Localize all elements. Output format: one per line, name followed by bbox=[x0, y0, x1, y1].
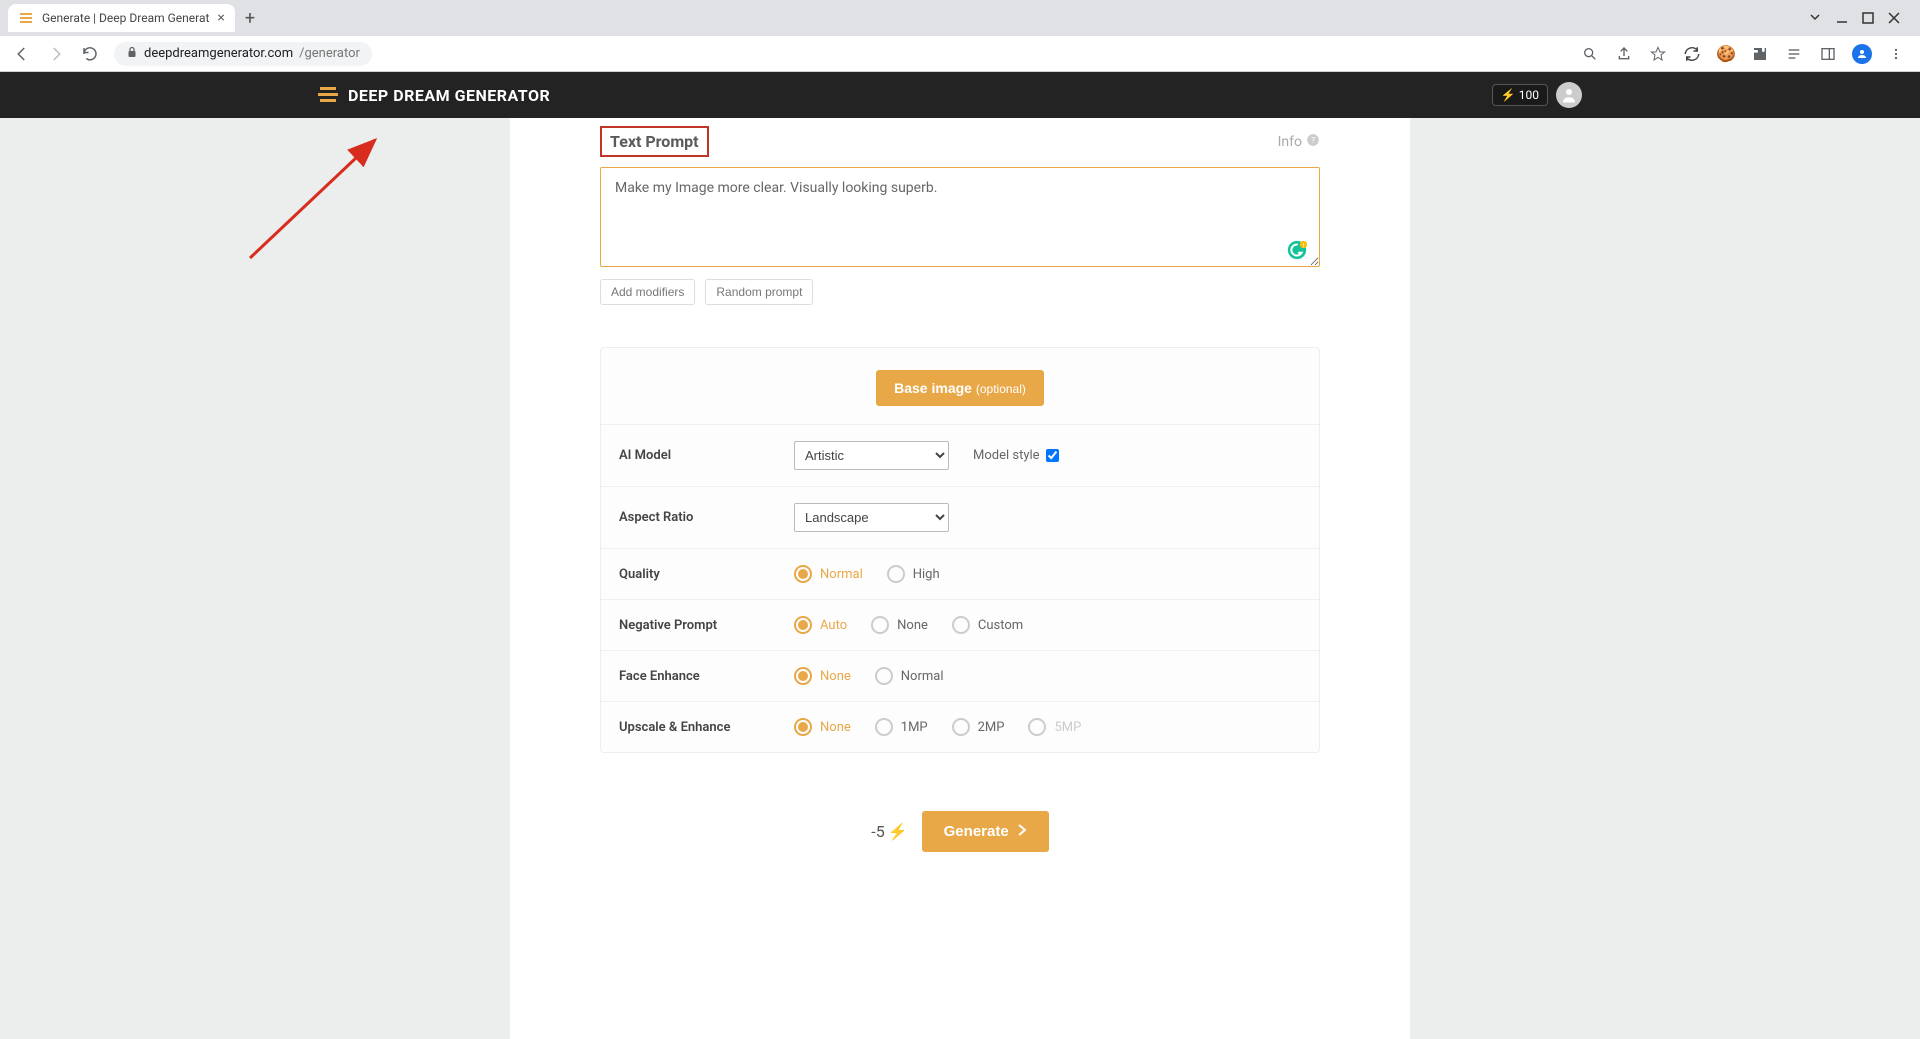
tab-title: Generate | Deep Dream Generat bbox=[42, 11, 209, 25]
base-image-optional: (optional) bbox=[976, 382, 1026, 396]
chrome-menu-icon[interactable] bbox=[1886, 44, 1906, 64]
base-image-button[interactable]: Base image (optional) bbox=[876, 370, 1044, 406]
brand-text: DEEP DREAM GENERATOR bbox=[348, 86, 550, 105]
search-icon[interactable] bbox=[1580, 44, 1600, 64]
aspect-ratio-select[interactable]: Landscape bbox=[794, 503, 949, 532]
main-card: Text Prompt Info ? 1 Add modifiers Rando… bbox=[510, 118, 1410, 1039]
face-option-normal[interactable]: Normal bbox=[875, 667, 944, 685]
upscale-label: Upscale & Enhance bbox=[619, 720, 794, 735]
ai-model-select[interactable]: Artistic bbox=[794, 441, 949, 470]
nav-back-button[interactable] bbox=[8, 40, 36, 68]
aspect-ratio-label: Aspect Ratio bbox=[619, 510, 794, 525]
text-prompt-title-highlight: Text Prompt bbox=[600, 126, 709, 157]
sidepanel-icon[interactable] bbox=[1818, 44, 1838, 64]
negprompt-option-none[interactable]: None bbox=[871, 616, 928, 634]
grammarly-icon[interactable]: 1 bbox=[1286, 239, 1308, 261]
quality-label: Quality bbox=[619, 567, 794, 582]
text-prompt-title: Text Prompt bbox=[610, 132, 699, 151]
quality-option-normal[interactable]: Normal bbox=[794, 565, 863, 583]
upscale-row: Upscale & Enhance None 1MP 2MP bbox=[601, 702, 1319, 752]
bolt-icon: ⚡ bbox=[1501, 88, 1516, 102]
upscale-option-2mp[interactable]: 2MP bbox=[952, 718, 1005, 736]
bolt-icon: ⚡ bbox=[888, 822, 908, 841]
upscale-option-1mp[interactable]: 1MP bbox=[875, 718, 928, 736]
ai-model-row: AI Model Artistic Model style bbox=[601, 425, 1319, 487]
random-prompt-button[interactable]: Random prompt bbox=[705, 279, 813, 305]
add-modifiers-button[interactable]: Add modifiers bbox=[600, 279, 695, 305]
brand-logo[interactable]: DEEP DREAM GENERATOR bbox=[318, 86, 550, 105]
nav-forward-button[interactable] bbox=[42, 40, 70, 68]
main-viewport[interactable]: Text Prompt Info ? 1 Add modifiers Rando… bbox=[0, 118, 1920, 1039]
url-host: deepdreamgenerator.com bbox=[144, 46, 293, 61]
window-minimize-icon[interactable] bbox=[1836, 9, 1848, 28]
face-option-none[interactable]: None bbox=[794, 667, 851, 685]
model-style-checkbox[interactable] bbox=[1046, 449, 1059, 462]
share-icon[interactable] bbox=[1614, 44, 1634, 64]
url-path: /generator bbox=[299, 46, 360, 61]
generate-button[interactable]: Generate bbox=[922, 811, 1049, 852]
quality-row: Quality Normal High bbox=[601, 549, 1319, 600]
upscale-option-none[interactable]: None bbox=[794, 718, 851, 736]
generate-button-label: Generate bbox=[944, 823, 1009, 840]
negative-prompt-label: Negative Prompt bbox=[619, 618, 794, 633]
svg-text:?: ? bbox=[1311, 134, 1315, 144]
generate-cost: -5 ⚡ bbox=[871, 822, 907, 841]
info-link[interactable]: Info ? bbox=[1278, 133, 1320, 151]
new-tab-button[interactable]: + bbox=[245, 8, 255, 29]
face-enhance-label: Face Enhance bbox=[619, 669, 794, 684]
energy-value: 100 bbox=[1519, 88, 1539, 102]
model-style-label: Model style bbox=[973, 448, 1040, 463]
svg-text:1: 1 bbox=[1302, 243, 1305, 249]
browser-chrome: Generate | Deep Dream Generat × + deepdr… bbox=[0, 0, 1920, 72]
window-close-icon[interactable] bbox=[1888, 9, 1900, 28]
address-bar[interactable]: deepdreamgenerator.com/generator bbox=[114, 42, 372, 66]
quality-option-high[interactable]: High bbox=[887, 565, 940, 583]
browser-tab[interactable]: Generate | Deep Dream Generat × bbox=[8, 4, 235, 32]
info-label: Info bbox=[1278, 134, 1302, 150]
upscale-option-5mp[interactable]: 5MP bbox=[1028, 718, 1081, 736]
model-style-checkbox-wrap[interactable]: Model style bbox=[973, 448, 1059, 463]
reading-list-icon[interactable] bbox=[1784, 44, 1804, 64]
app-header: DEEP DREAM GENERATOR ⚡ 100 bbox=[0, 72, 1920, 118]
prompt-textarea[interactable] bbox=[600, 167, 1320, 267]
base-image-label: Base image bbox=[894, 380, 972, 396]
options-panel: Base image (optional) AI Model Artistic … bbox=[600, 347, 1320, 753]
negprompt-option-custom[interactable]: Custom bbox=[952, 616, 1023, 634]
ext-refresh-icon[interactable] bbox=[1682, 44, 1702, 64]
logo-icon bbox=[318, 86, 338, 104]
lock-icon bbox=[126, 46, 138, 62]
negative-prompt-row: Negative Prompt Auto None Custom bbox=[601, 600, 1319, 651]
window-maximize-icon[interactable] bbox=[1862, 9, 1874, 28]
aspect-ratio-row: Aspect Ratio Landscape bbox=[601, 487, 1319, 549]
tab-favicon-icon bbox=[18, 10, 34, 26]
ext-cookie-icon[interactable]: 🍪 bbox=[1716, 44, 1736, 64]
profile-avatar-icon[interactable] bbox=[1852, 44, 1872, 64]
tab-close-icon[interactable]: × bbox=[217, 10, 224, 26]
extensions-puzzle-icon[interactable] bbox=[1750, 44, 1770, 64]
energy-badge[interactable]: ⚡ 100 bbox=[1492, 84, 1548, 106]
bookmark-star-icon[interactable] bbox=[1648, 44, 1668, 64]
window-dropdown-icon[interactable] bbox=[1808, 9, 1822, 28]
nav-reload-button[interactable] bbox=[76, 40, 104, 68]
user-avatar[interactable] bbox=[1556, 82, 1582, 108]
negprompt-option-auto[interactable]: Auto bbox=[794, 616, 847, 634]
chevron-right-icon bbox=[1017, 823, 1027, 840]
help-icon: ? bbox=[1306, 133, 1320, 151]
face-enhance-row: Face Enhance None Normal bbox=[601, 651, 1319, 702]
ai-model-label: AI Model bbox=[619, 448, 794, 463]
